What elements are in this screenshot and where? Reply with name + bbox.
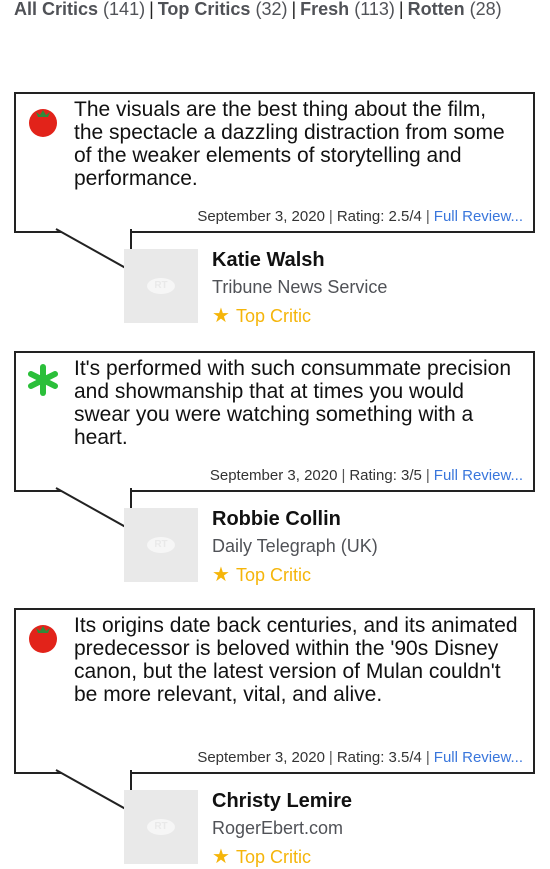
critic-avatar[interactable]: RT [124, 249, 198, 323]
review-meta: September 3, 2020 | Rating: 3/5 | Full Revie… [209, 467, 523, 484]
review-quote: The visuals are the best thing about the… [74, 98, 505, 190]
review-bubble: Its origins date back centuries, and its… [14, 608, 535, 814]
filter-separator: | [398, 0, 404, 19]
star-icon: ★ [212, 846, 230, 868]
filter-fresh[interactable]: Fresh (113) [300, 0, 395, 19]
full-review-link[interactable]: Full Review... [434, 749, 523, 766]
top-critic-badge: ★ Top Critic [212, 564, 311, 586]
rt-placeholder-icon: RT [147, 278, 175, 294]
critic-avatar[interactable]: RT [124, 508, 198, 582]
review-date: September 3, 2020 [197, 749, 325, 766]
critic-avatar[interactable]: RT [124, 790, 198, 864]
review-card: The visuals are the best thing about the… [14, 92, 535, 327]
review-rating: Rating: 2.5/4 [336, 208, 422, 225]
critic-publication[interactable]: RogerEbert.com [212, 818, 343, 839]
critic-name[interactable]: Christy Lemire [212, 790, 352, 813]
rt-placeholder-icon: RT [147, 537, 175, 553]
full-review-link[interactable]: Full Review... [434, 467, 523, 484]
star-icon: ★ [212, 305, 230, 327]
review-card: It's performed with such consummate prec… [14, 351, 535, 586]
review-quote: Its origins date back centuries, and its… [74, 614, 518, 706]
top-critic-badge: ★ Top Critic [212, 846, 311, 868]
critic-publication[interactable]: Daily Telegraph (UK) [212, 536, 378, 557]
review-meta: September 3, 2020 | Rating: 2.5/4 | Full Rev… [197, 208, 523, 225]
critic-publication[interactable]: Tribune News Service [212, 277, 387, 298]
top-critic-badge: ★ Top Critic [212, 305, 311, 327]
filter-all-critics[interactable]: All Critics (141) [14, 0, 145, 19]
review-date: September 3, 2020 [209, 467, 338, 484]
review-rating: Rating: 3.5/4 [336, 749, 422, 766]
star-icon: ★ [212, 564, 230, 586]
review-bubble: It's performed with such consummate prec… [14, 351, 535, 532]
filter-separator: | [291, 0, 297, 19]
certified-splat-icon [28, 364, 58, 396]
fresh-tomato-icon [29, 625, 57, 653]
rt-placeholder-icon: RT [147, 819, 175, 835]
critic-name[interactable]: Robbie Collin [212, 508, 341, 531]
full-review-link[interactable]: Full Review... [434, 208, 523, 225]
critic-filter-bar: All Critics (141) | Top Critics (32) | Fresh… [14, 0, 534, 24]
filter-separator: | [149, 0, 154, 19]
review-date: September 3, 2020 [197, 208, 325, 225]
review-meta: September 3, 2020 | Rating: 3.5/4 | Full Rev… [197, 749, 523, 766]
review-card: Its origins date back centuries, and its… [14, 608, 535, 868]
critic-name[interactable]: Katie Walsh [212, 249, 325, 272]
review-quote: It's performed with such consummate prec… [74, 357, 512, 449]
filter-rotten[interactable]: Rotten (28) [408, 0, 502, 19]
fresh-tomato-icon [29, 109, 57, 137]
review-rating: Rating: 3/5 [349, 467, 422, 484]
review-bubble: The visuals are the best thing about the… [14, 92, 535, 273]
filter-top-critics[interactable]: Top Critics (32) [158, 0, 288, 19]
